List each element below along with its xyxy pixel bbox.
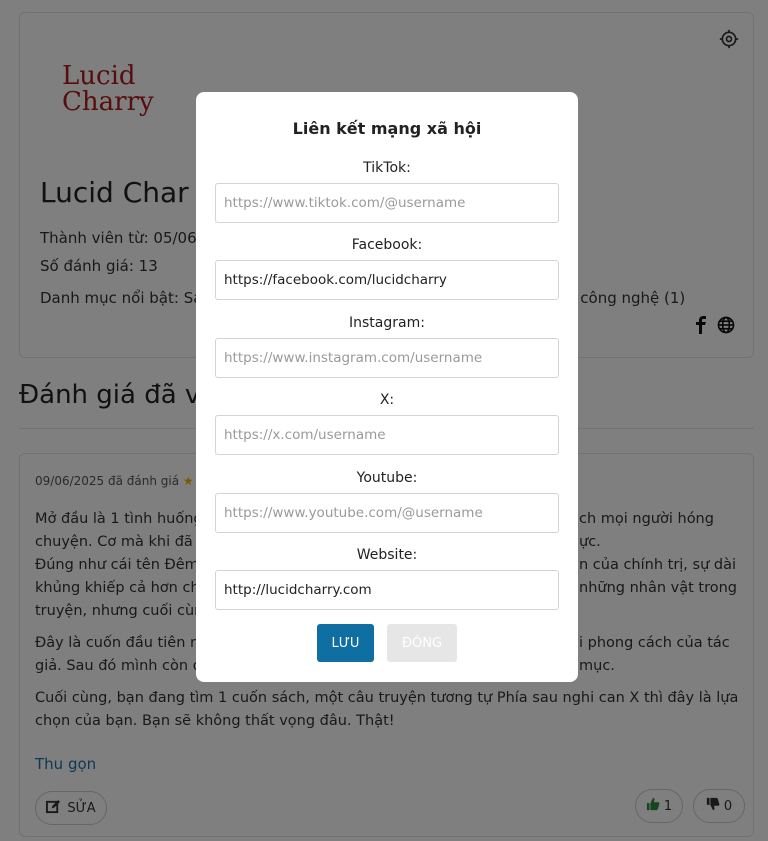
facebook-label: Facebook: [351, 237, 423, 253]
x-input[interactable] [215, 415, 559, 455]
x-label: X: [379, 392, 395, 408]
youtube-label: Youtube: [356, 470, 418, 486]
instagram-label: Instagram: [349, 315, 425, 331]
website-input[interactable] [215, 570, 559, 610]
tiktok-input[interactable] [215, 183, 559, 223]
tiktok-label: TikTok: [363, 160, 411, 176]
close-button[interactable]: ĐÓNG [387, 624, 457, 662]
youtube-input[interactable] [215, 493, 559, 533]
social-links-dialog: Liên kết mạng xã hội TikTok: Facebook: I… [196, 92, 578, 682]
instagram-input[interactable] [215, 338, 559, 378]
dialog-title: Liên kết mạng xã hội [292, 119, 482, 138]
website-label: Website: [356, 547, 418, 563]
save-button[interactable]: LƯU [317, 624, 374, 662]
facebook-input[interactable] [215, 260, 559, 300]
